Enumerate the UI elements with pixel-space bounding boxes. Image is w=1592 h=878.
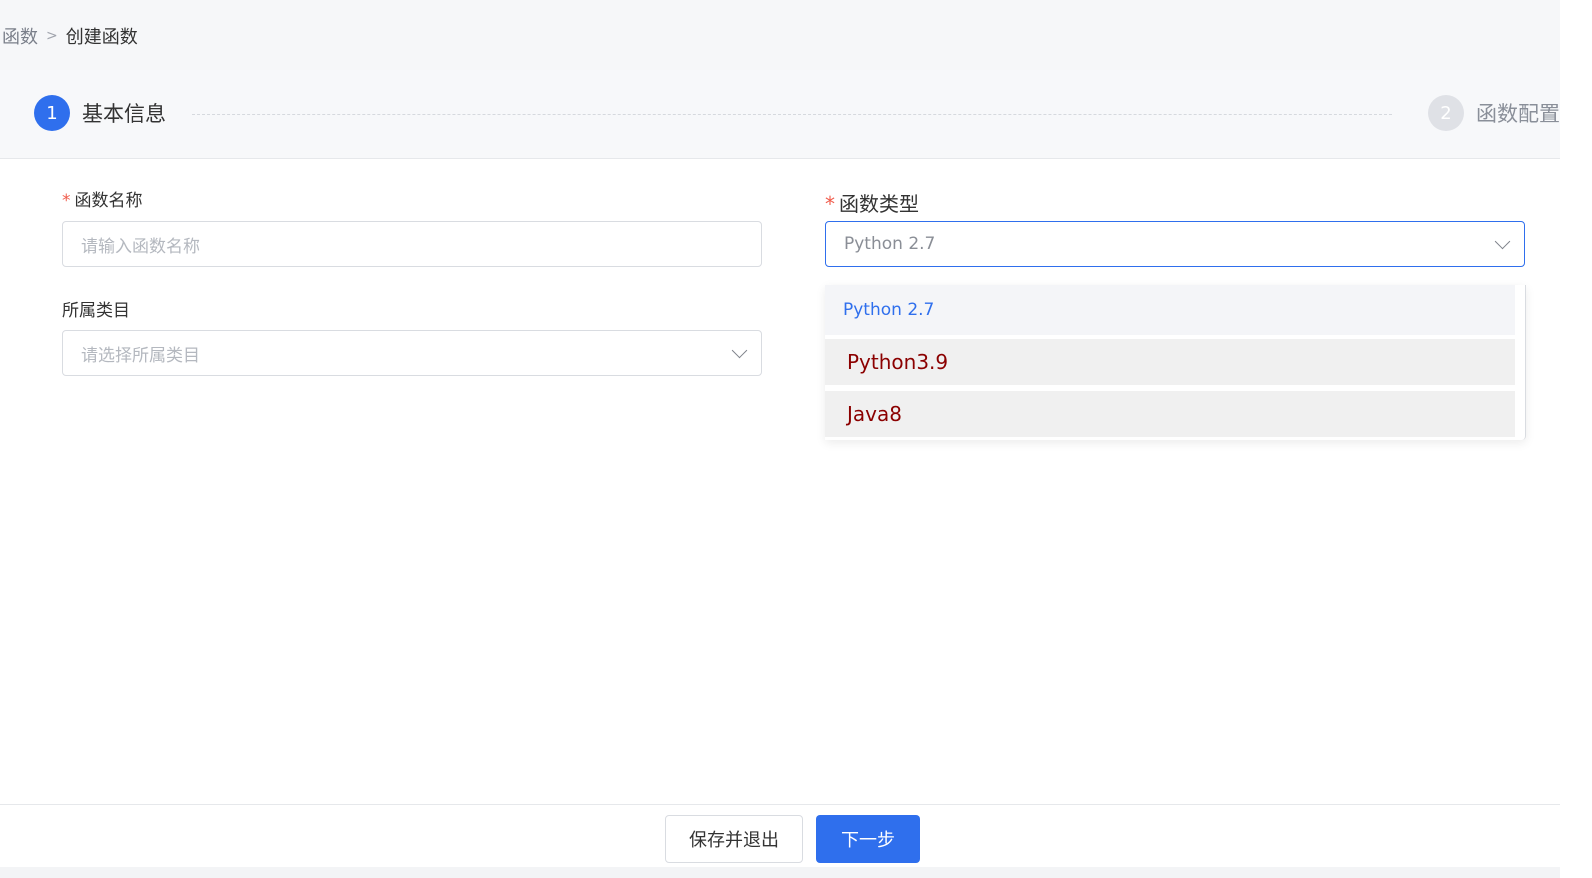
function-type-selected: Python 2.7 — [844, 234, 936, 254]
steps-bar: 1 基本信息 2 函数配置 — [0, 70, 1560, 159]
function-type-select[interactable]: Python 2.7 — [825, 221, 1525, 267]
create-function-page: 函数 > 创建函数 1 基本信息 2 函数配置 * 函数名称 请输入函数名称 所属… — [0, 0, 1592, 878]
category-select[interactable]: 请选择所属类目 — [62, 330, 762, 376]
dropdown-option-python39[interactable]: Python3.9 — [825, 339, 1515, 385]
breadcrumb-bar: 函数 > 创建函数 — [0, 0, 1560, 70]
category-placeholder: 请选择所属类目 — [81, 345, 200, 366]
breadcrumb-separator: > — [46, 28, 58, 44]
function-type-dropdown: Python 2.7 Python3.9 Java8 — [825, 285, 1526, 440]
dropdown-option-python27[interactable]: Python 2.7 — [825, 285, 1515, 335]
breadcrumb-functions-link[interactable]: 函数 — [2, 23, 38, 49]
required-mark: * — [825, 192, 835, 216]
step-2-label: 函数配置 — [1476, 102, 1560, 126]
function-name-label: * 函数名称 — [62, 186, 143, 211]
step-connector-line — [192, 114, 1392, 115]
chevron-down-icon — [731, 342, 748, 359]
step-function-config: 2 函数配置 — [1428, 95, 1560, 131]
bottom-strip — [0, 867, 1560, 878]
function-name-input[interactable]: 请输入函数名称 — [62, 221, 762, 267]
category-label: 所属类目 — [62, 301, 130, 321]
chevron-down-icon — [1494, 233, 1511, 250]
dropdown-option-java8[interactable]: Java8 — [825, 391, 1515, 437]
function-name-label-text: 函数名称 — [74, 191, 143, 211]
next-step-button[interactable]: 下一步 — [816, 815, 920, 863]
step-1-number: 1 — [34, 95, 70, 131]
function-type-label-text: 函数类型 — [839, 192, 919, 216]
breadcrumb: 函数 > 创建函数 — [2, 23, 138, 49]
step-basic-info: 1 基本信息 — [34, 95, 166, 131]
function-type-label: * 函数类型 — [825, 188, 919, 217]
breadcrumb-current: 创建函数 — [65, 27, 138, 48]
step-1-label: 基本信息 — [82, 102, 166, 126]
function-name-placeholder: 请输入函数名称 — [81, 236, 200, 257]
save-and-exit-button[interactable]: 保存并退出 — [665, 815, 803, 863]
required-mark: * — [62, 191, 71, 211]
step-2-number: 2 — [1428, 95, 1464, 131]
